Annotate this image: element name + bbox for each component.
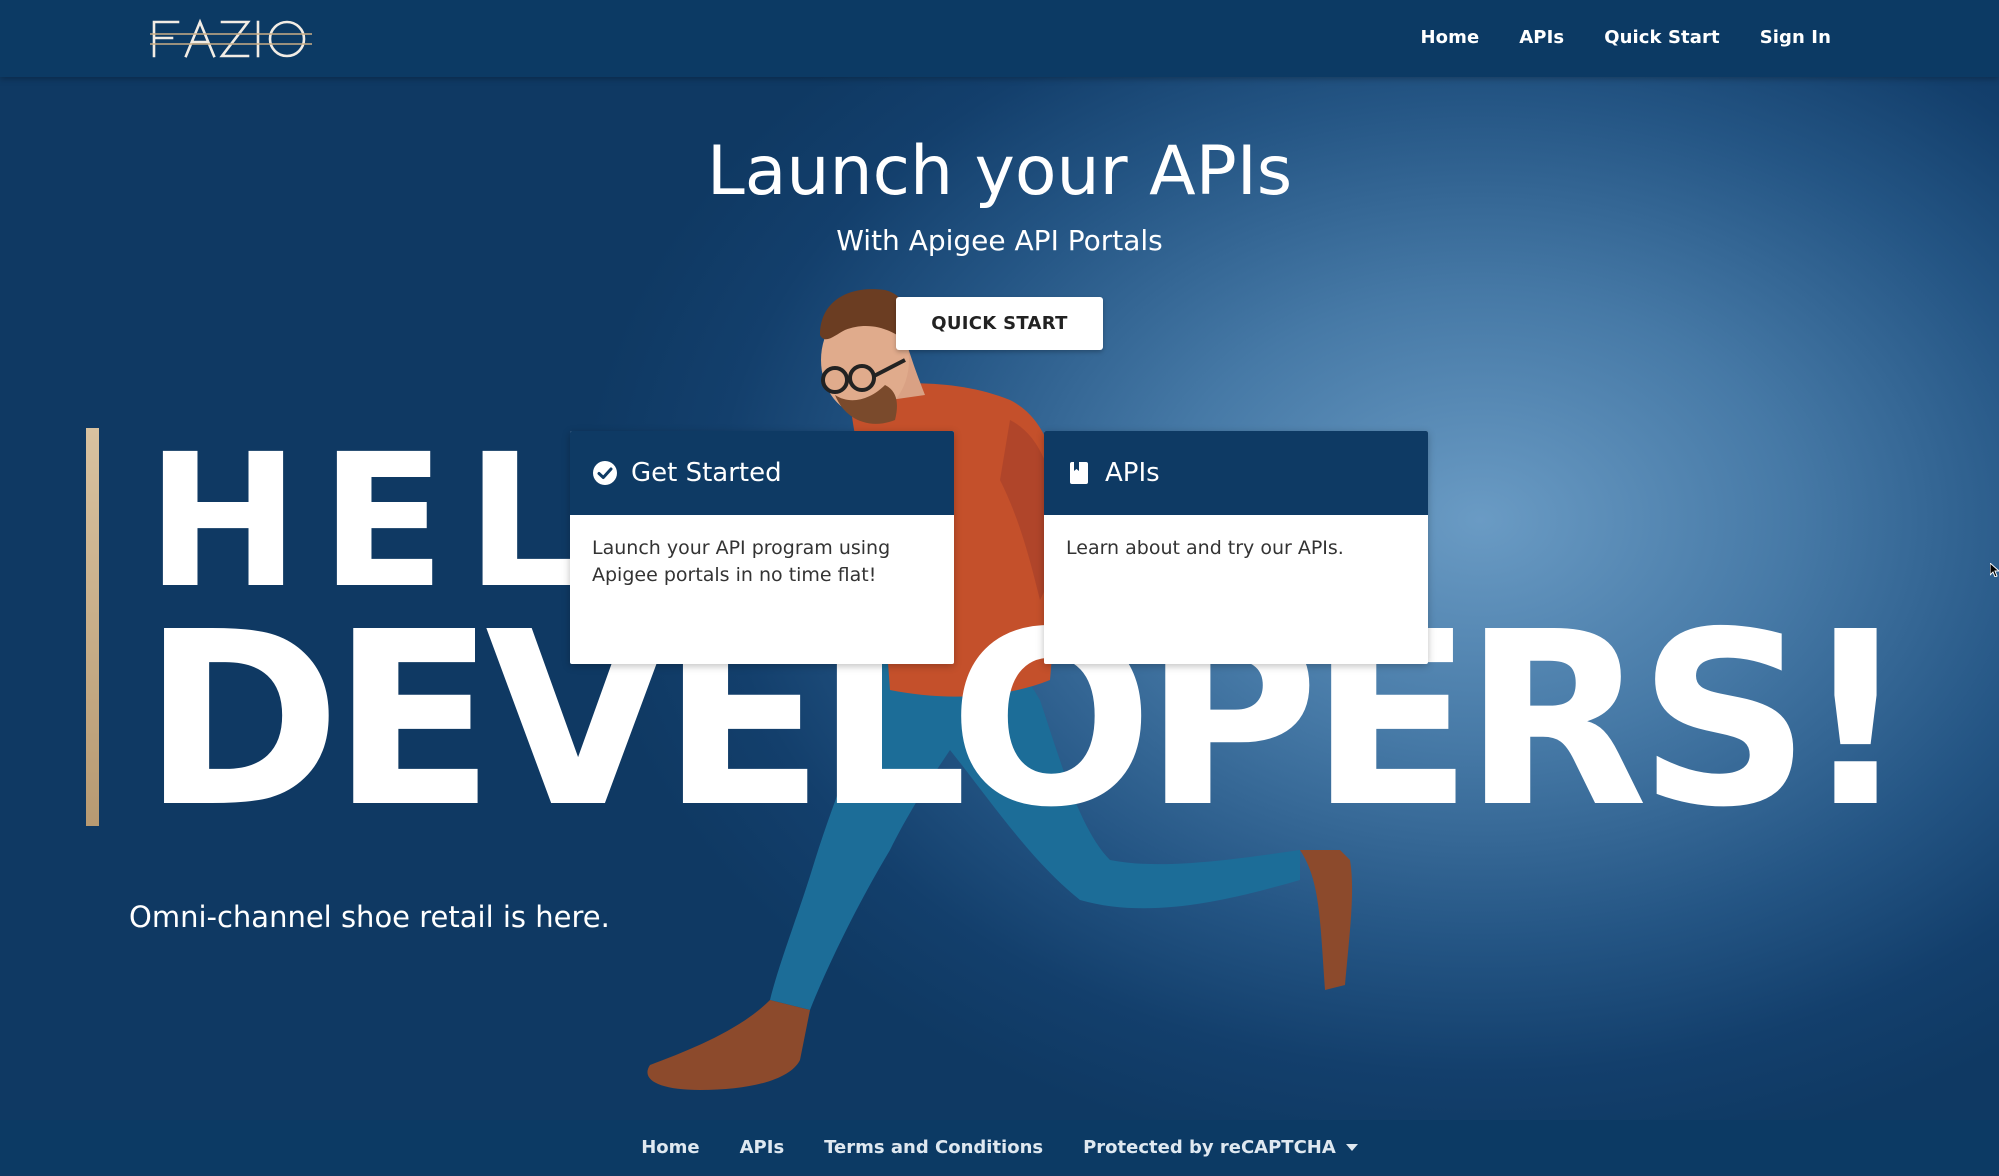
mouse-cursor-icon: [1990, 563, 1999, 577]
footer-bar: Home APIs Terms and Conditions Protected…: [0, 1120, 1999, 1174]
book-icon: [1066, 460, 1092, 486]
developers-heading: DEVELOPERS!: [142, 580, 1910, 860]
footer-terms-link[interactable]: Terms and Conditions: [824, 1137, 1043, 1158]
check-circle-icon: [592, 460, 618, 486]
hero-title: Launch your APIs: [706, 132, 1293, 211]
recaptcha-dropdown[interactable]: Protected by reCAPTCHA: [1083, 1137, 1358, 1158]
footer-apis-link[interactable]: APIs: [740, 1137, 785, 1158]
hero-subtitle: With Apigee API Portals: [836, 224, 1163, 257]
card-header: Get Started: [570, 431, 954, 515]
card-header: APIs: [1044, 431, 1428, 515]
footer-home-link[interactable]: Home: [641, 1137, 699, 1158]
nav-home-link[interactable]: Home: [1420, 27, 1479, 48]
get-started-card[interactable]: Get Started Launch your API program usin…: [570, 431, 954, 664]
nav-quick-start-link[interactable]: Quick Start: [1604, 27, 1720, 48]
nav-apis-link[interactable]: APIs: [1519, 27, 1564, 48]
hero-tagline: Omni-channel shoe retail is here.: [129, 900, 610, 934]
recaptcha-label: Protected by reCAPTCHA: [1083, 1136, 1336, 1158]
top-navigation-bar: Home APIs Quick Start Sign In: [0, 0, 1999, 77]
card-title: APIs: [1105, 458, 1160, 488]
apis-card[interactable]: APIs Learn about and try our APIs.: [1044, 431, 1428, 664]
nav-sign-in-link[interactable]: Sign In: [1760, 27, 1831, 48]
card-description: Learn about and try our APIs.: [1066, 537, 1344, 559]
card-description: Launch your API program using Apigee por…: [592, 537, 891, 586]
accent-bar: [86, 428, 99, 826]
main-nav: Home APIs Quick Start Sign In: [1420, 27, 1831, 48]
brand-logo[interactable]: [150, 18, 312, 60]
quick-start-button[interactable]: QUICK START: [896, 297, 1103, 350]
fazio-logo-icon: [150, 18, 312, 58]
caret-down-icon: [1345, 1143, 1358, 1151]
card-title: Get Started: [631, 458, 782, 488]
